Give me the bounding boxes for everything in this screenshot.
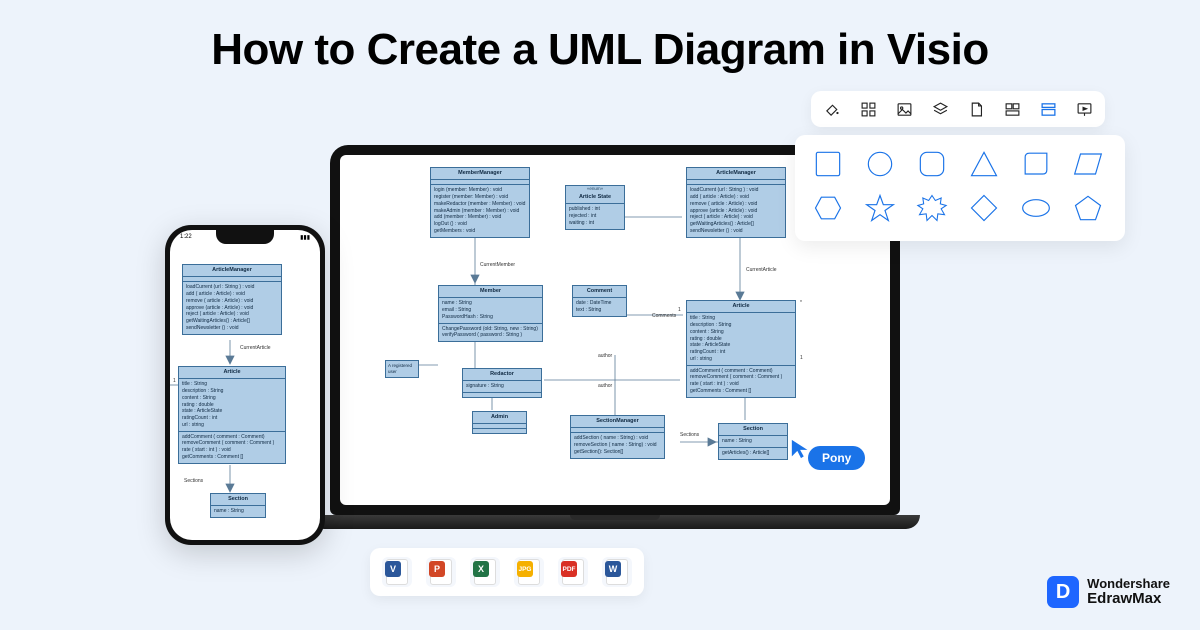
shape-burst[interactable] (915, 193, 953, 227)
uml-title: MemberManager (431, 168, 529, 180)
export-pdf-icon[interactable]: PDF (558, 557, 588, 587)
uml-label-sections: Sections (680, 432, 699, 438)
uml-class-articlemanager-phone: ArticleManager loadCurrent (url : String… (182, 264, 282, 335)
collaborator-cursor: Pony (790, 438, 812, 460)
uml-class-section: Section name : String getArticles() : Ar… (718, 423, 788, 460)
uml-mult: * (800, 300, 802, 306)
uml-class-member: Member name : String email : String Pass… (438, 285, 543, 342)
uml-mult: 1 (800, 355, 803, 361)
export-bar: V P X JPG PDF W (370, 548, 644, 596)
shape-parallelogram[interactable] (1071, 149, 1109, 183)
brand-logo: D Wondershare EdrawMax (1047, 576, 1170, 608)
uml-title: Admin (473, 412, 526, 424)
uml-class-admin: Admin (472, 411, 527, 434)
fill-bucket-icon[interactable] (823, 100, 841, 118)
uml-label-currentarticle-phone: CurrentArticle (240, 345, 271, 351)
uml-label-currentmember: CurrentMember (480, 262, 515, 268)
image-insert-icon[interactable] (895, 100, 913, 118)
export-excel-icon[interactable]: X (470, 557, 500, 587)
uml-class-sectionmanager: SectionManager addSection ( name : Strin… (570, 415, 665, 459)
uml-title: Redactor (463, 369, 541, 381)
shape-triangle[interactable] (967, 149, 1005, 183)
uml-label-author: author (598, 353, 612, 359)
uml-title: Comment (573, 286, 626, 298)
phone-mockup: 1:22 ▮▮▮ ArticleManager loadCurrent (url… (165, 225, 325, 545)
export-visio-icon[interactable]: V (382, 557, 412, 587)
shape-diamond[interactable] (967, 193, 1005, 227)
layers-icon[interactable] (931, 100, 949, 118)
uml-title: Article (687, 301, 795, 313)
template-icon[interactable] (1039, 100, 1057, 118)
uml-title: SectionManager (571, 416, 664, 428)
uml-title: ArticleManager (687, 168, 785, 180)
collaborator-tag: Pony (808, 446, 865, 470)
uml-class-article: Article title : String description : Str… (686, 300, 796, 398)
align-icon[interactable] (1003, 100, 1021, 118)
export-powerpoint-icon[interactable]: P (426, 557, 456, 587)
uml-label-comments: Comments (652, 313, 676, 319)
uml-class-membermanager: MemberManager login (member: Member) : v… (430, 167, 530, 238)
page-icon[interactable] (967, 100, 985, 118)
laptop-base (310, 515, 920, 529)
uml-label-sections-phone: Sections (184, 478, 203, 484)
laptop-hinge-notch (570, 515, 660, 520)
shape-pentagon[interactable] (1071, 193, 1109, 227)
brand-text: Wondershare EdrawMax (1087, 577, 1170, 608)
phone-screen: 1:22 ▮▮▮ ArticleManager loadCurrent (url… (170, 230, 320, 540)
uml-label-author: author (598, 383, 612, 389)
shape-panel (795, 135, 1125, 241)
uml-canvas-phone: ArticleManager loadCurrent (url : String… (170, 230, 320, 540)
uml-enum-articlestate: «enum» Article State published : int rej… (565, 185, 625, 230)
uml-mult: 1 (678, 307, 681, 313)
uml-class-comment: Comment date : DateTime text : String (572, 285, 627, 317)
uml-class-article-phone: Article title : String description : Str… (178, 366, 286, 464)
shape-rounded-square[interactable] (915, 149, 953, 183)
shape-square[interactable] (811, 149, 849, 183)
shape-star[interactable] (863, 193, 901, 227)
present-icon[interactable] (1075, 100, 1093, 118)
uml-title: Article State (566, 192, 624, 204)
export-jpg-icon[interactable]: JPG (514, 557, 544, 587)
uml-mult-phone: 1 (173, 378, 176, 384)
page-title: How to Create a UML Diagram in Visio (0, 25, 1200, 75)
grid-app-icon[interactable] (859, 100, 877, 118)
export-word-icon[interactable]: W (602, 557, 632, 587)
uml-class-section-phone: Section name : String (210, 493, 266, 518)
uml-class-redactor: Redactor signature : String (462, 368, 542, 398)
uml-title: Section (719, 424, 787, 436)
toolbar (811, 91, 1105, 127)
uml-ops: login (member: Member) : void register (… (431, 185, 529, 236)
uml-label-currentarticle: CurrentArticle (746, 267, 777, 273)
uml-title: Member (439, 286, 542, 298)
phone-notch (216, 230, 274, 244)
uml-note-registered-user: A registered user (385, 360, 419, 378)
shape-circle[interactable] (863, 149, 901, 183)
shape-leaf[interactable] (1019, 149, 1057, 183)
brand-icon: D (1047, 576, 1079, 608)
shape-hexagon[interactable] (811, 193, 849, 227)
uml-class-articlemanager: ArticleManager loadCurrent (url : String… (686, 167, 786, 238)
shape-ellipse[interactable] (1019, 193, 1057, 227)
